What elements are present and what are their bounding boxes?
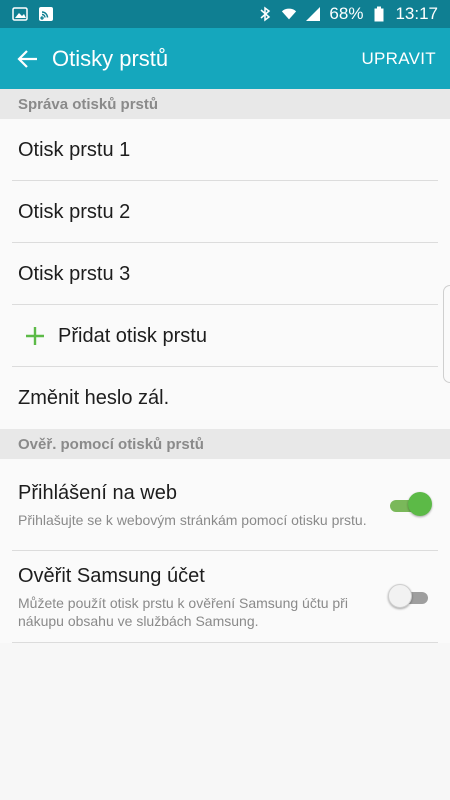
samsung-account-title: Ověřit Samsung účet xyxy=(18,564,205,587)
fingerprint-item-3[interactable]: Otisk prstu 3 xyxy=(0,243,450,305)
wifi-icon xyxy=(281,6,297,22)
bluetooth-icon xyxy=(257,6,273,22)
page-title: Otisky prstů xyxy=(52,45,169,71)
section-header-verify: Ověř. pomocí otisků prstů xyxy=(0,429,450,459)
add-fingerprint-label: Přidat otisk prstu xyxy=(58,324,207,347)
add-fingerprint-button[interactable]: Přidat otisk prstu xyxy=(0,305,450,367)
web-signin-toggle[interactable] xyxy=(388,492,432,518)
battery-icon xyxy=(371,6,387,22)
status-bar-right: 68% 13:17 xyxy=(257,4,438,24)
signal-icon xyxy=(305,6,321,22)
change-password-item[interactable]: Změnit heslo zál. xyxy=(0,367,450,429)
fingerprint-label: Otisk prstu 2 xyxy=(18,200,131,223)
verify-list: Přihlášení na web Přihlašujte se k webov… xyxy=(0,459,450,643)
cast-icon xyxy=(38,6,54,22)
web-signin-title: Přihlášení na web xyxy=(18,481,177,504)
plus-icon xyxy=(24,325,46,347)
back-arrow-icon[interactable] xyxy=(14,45,42,73)
toggle-thumb xyxy=(408,492,432,516)
samsung-account-toggle[interactable] xyxy=(388,584,430,610)
gallery-icon xyxy=(12,6,28,22)
edge-panel-handle[interactable] xyxy=(443,285,450,383)
app-bar: Otisky prstů UPRAVIT xyxy=(0,28,450,89)
toggle-thumb xyxy=(388,584,412,608)
web-signin-text: Přihlášení na web Přihlašujte se k webov… xyxy=(18,482,378,529)
fingerprint-list: Otisk prstu 1 Otisk prstu 2 Otisk prstu … xyxy=(0,119,450,429)
fingerprint-item-1[interactable]: Otisk prstu 1 xyxy=(0,119,450,181)
web-signin-subtitle: Přihlašujte se k webovým stránkám pomocí… xyxy=(18,511,367,528)
samsung-account-subtitle: Můžete použít otisk prstu k ověření Sams… xyxy=(18,594,348,629)
status-bar: 68% 13:17 xyxy=(0,0,450,28)
change-password-label: Změnit heslo zál. xyxy=(18,386,170,409)
samsung-account-text: Ověřit Samsung účet Můžete použít otisk … xyxy=(18,565,378,630)
fingerprint-label: Otisk prstu 3 xyxy=(18,262,131,285)
section-header-manage: Správa otisků prstů xyxy=(0,89,450,119)
samsung-account-item[interactable]: Ověřit Samsung účet Můžete použít otisk … xyxy=(0,551,450,643)
edit-button[interactable]: UPRAVIT xyxy=(361,49,436,69)
status-bar-left xyxy=(12,6,54,22)
fingerprint-item-2[interactable]: Otisk prstu 2 xyxy=(0,181,450,243)
fingerprint-label: Otisk prstu 1 xyxy=(18,138,131,161)
clock: 13:17 xyxy=(395,4,438,23)
web-signin-item[interactable]: Přihlášení na web Přihlašujte se k webov… xyxy=(0,459,450,551)
battery-percentage: 68% xyxy=(329,4,364,23)
